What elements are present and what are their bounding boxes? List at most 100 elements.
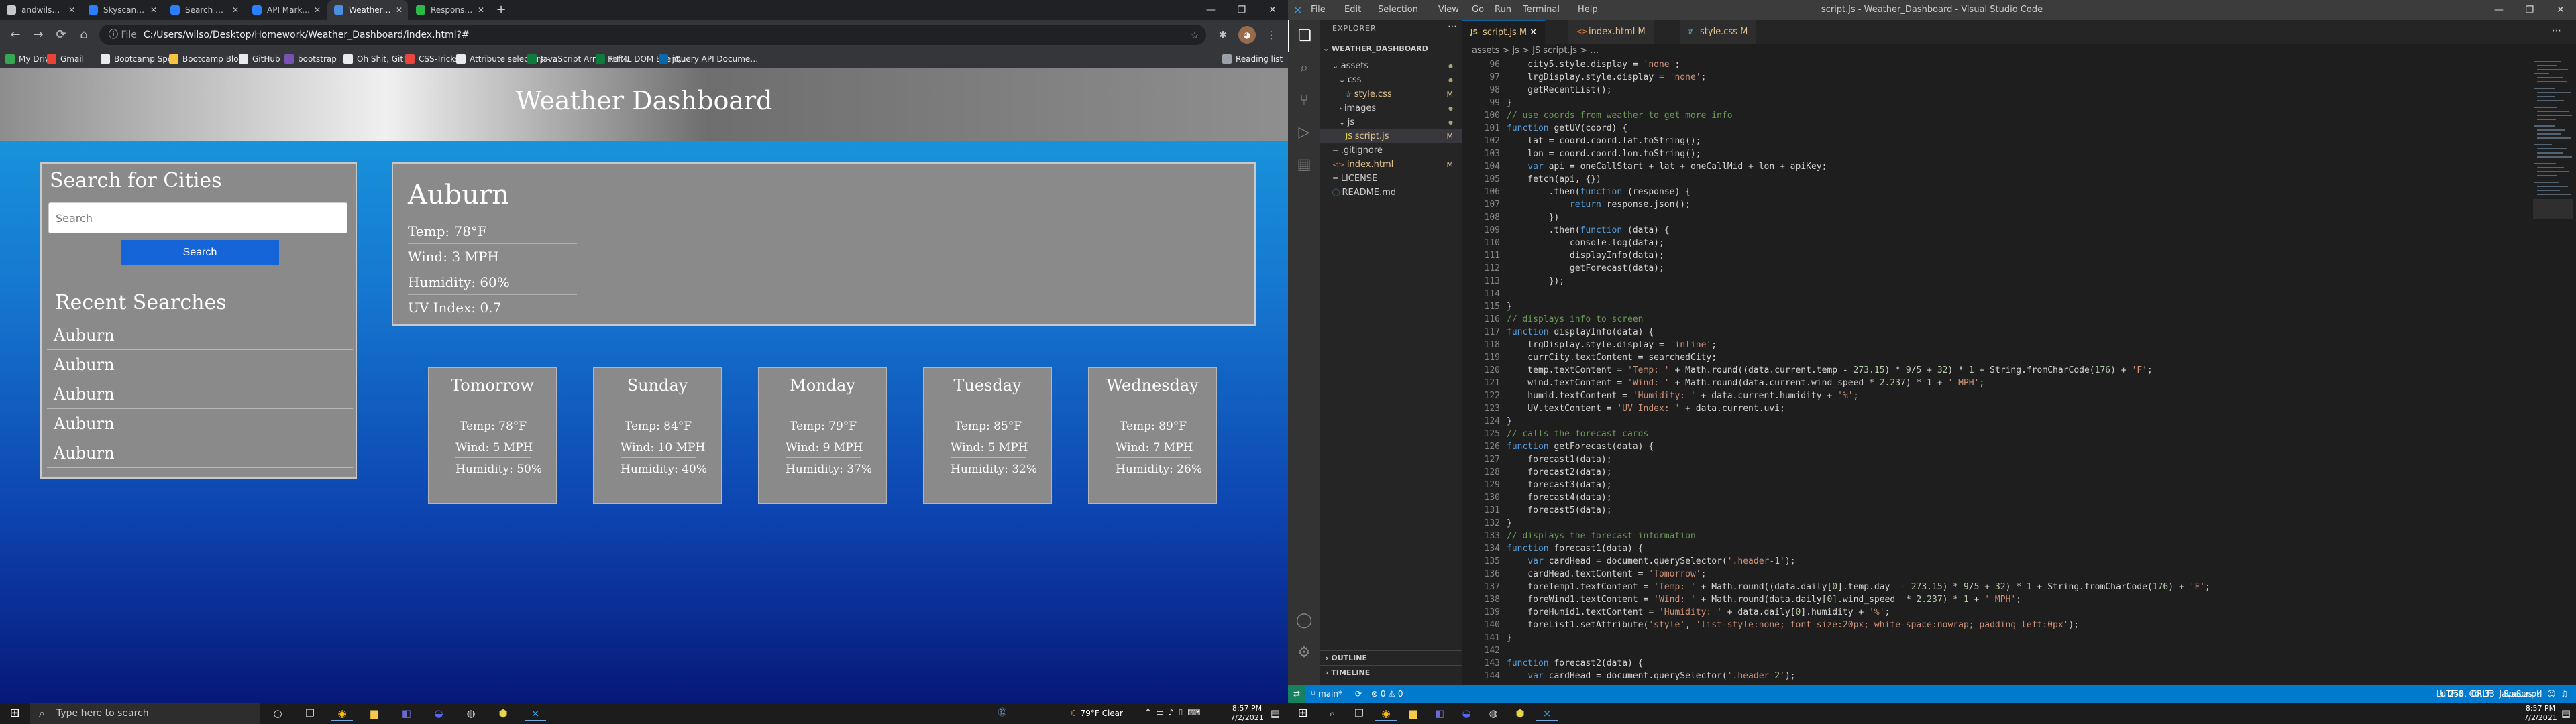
code-line[interactable]: foreList1.setAttribute('style', 'list-st… — [1507, 619, 2079, 631]
tree-item[interactable]: ⌄ css ● — [1320, 73, 1462, 87]
tree-item[interactable]: ⌄ js ● — [1320, 115, 1462, 129]
code-line[interactable]: lrgDisplay.style.display = 'none'; — [1507, 71, 1706, 84]
back-button[interactable]: ← — [5, 25, 25, 45]
tree-item[interactable]: ≡ .gitignore — [1320, 143, 1462, 158]
tree-item[interactable]: ≡ LICENSE — [1320, 172, 1462, 186]
reload-button[interactable]: ⟳ — [51, 25, 71, 45]
breadcrumb[interactable]: assets > js > JS script.js > … — [1472, 44, 1599, 58]
editor-tab[interactable]: # style.css M — [1680, 20, 1756, 44]
vscode-taskbar-icon[interactable]: ⨯ — [1536, 705, 1558, 721]
task-view-icon[interactable]: ❐ — [299, 705, 321, 721]
browser-tab[interactable]: Skyscanner Flight Search API Pr…✕ — [82, 0, 162, 20]
tab-close-icon[interactable]: ✕ — [68, 0, 75, 20]
vscode-close-button[interactable]: ✕ — [2545, 0, 2576, 20]
source-control-icon[interactable]: ⑂ — [1288, 84, 1320, 117]
search-icon[interactable]: ⌕ — [1322, 705, 1343, 721]
outline-section[interactable]: › OUTLINE — [1320, 650, 1462, 665]
code-line[interactable]: // use coords from weather to get more i… — [1507, 109, 1733, 122]
encoding[interactable]: UTF-8 — [2440, 689, 2463, 699]
github-desktop-icon[interactable]: ◍ — [460, 705, 482, 721]
city-search-input[interactable] — [48, 202, 347, 233]
menu-item[interactable]: Help — [1578, 0, 1598, 20]
account-icon[interactable]: ◯ — [1288, 605, 1320, 637]
windows-start-icon[interactable]: ⊞ — [0, 703, 30, 724]
reading-list-button[interactable]: Reading list — [1222, 52, 1283, 66]
browser-tab[interactable]: Search Prices – API Reference✕ — [164, 0, 244, 20]
browser-menu-icon[interactable]: ⋮ — [1263, 26, 1280, 44]
search-icon[interactable]: ⌕ — [1288, 52, 1320, 84]
code-line[interactable]: // displays the forecast information — [1507, 530, 1696, 542]
tab-close-icon[interactable]: ✕ — [1527, 27, 1537, 38]
menu-item[interactable]: Go — [1472, 0, 1484, 20]
code-line[interactable]: }); — [1507, 275, 1564, 288]
code-line[interactable]: foreHumid1.textContent = 'Humidity: ' + … — [1507, 606, 1890, 619]
info-icon[interactable]: ⓘ — [109, 29, 121, 40]
browser-tab[interactable]: API Marketplace - Free Public &…✕ — [246, 0, 326, 20]
tree-item[interactable]: ⌄ assets ● — [1320, 59, 1462, 73]
user-badge-icon[interactable]: ㉜ — [991, 705, 1013, 721]
code-line[interactable]: displayInfo(data); — [1507, 249, 1664, 262]
code-line[interactable]: } — [1507, 631, 1512, 644]
tab-close-icon[interactable]: ✕ — [396, 0, 402, 20]
tab-close-icon[interactable]: ✕ — [232, 0, 239, 20]
code-line[interactable]: lat = coord.coord.lat.toString(); — [1507, 135, 1701, 147]
code-line[interactable]: foreTemp1.textContent = 'Temp: ' + Math.… — [1507, 581, 2210, 593]
code-line[interactable]: forecast3(data); — [1507, 479, 1611, 491]
address-url[interactable]: C:/Users/wilso/Desktop/Homework/Weather_… — [144, 29, 470, 40]
browser-tab[interactable]: andwilson38/Project_One✕ — [0, 0, 80, 20]
feedback-icon[interactable]: ☺ — [2547, 689, 2556, 699]
vscode-minimize-button[interactable]: — — [2483, 0, 2514, 20]
tree-item[interactable]: › images ● — [1320, 101, 1462, 115]
code-line[interactable]: console.log(data); — [1507, 237, 1664, 249]
code-line[interactable]: lon = coord.coord.lon.toString(); — [1507, 147, 1701, 160]
bookmark-item[interactable]: jQuery API Docume… — [659, 52, 758, 66]
code-line[interactable]: forecast1(data); — [1507, 453, 1611, 466]
code-line[interactable]: } — [1507, 415, 1512, 428]
code-line[interactable]: fetch(api, {}) — [1507, 173, 1601, 186]
problems-indicator[interactable]: ⊗ 0 ⚠ 0 — [1371, 685, 1403, 703]
menu-item[interactable]: View — [1438, 0, 1459, 20]
bookmark-item[interactable]: Bootcamp Blog — [169, 52, 244, 66]
settings-gear-icon[interactable]: ⚙ — [1288, 637, 1320, 669]
code-line[interactable]: cardHead.textContent = 'Tomorrow'; — [1507, 568, 1706, 581]
notifications-icon[interactable]: ▤ — [1265, 705, 1285, 721]
code-line[interactable]: function getForecast(data) { — [1507, 440, 1654, 453]
minimap[interactable] — [2533, 58, 2573, 685]
recent-search-item[interactable]: Auburn — [47, 320, 353, 350]
code-line[interactable]: forecast2(data); — [1507, 466, 1611, 479]
discord-icon[interactable]: ◒ — [428, 705, 449, 721]
browser-tab[interactable]: Weather Dashboard✕ — [327, 0, 408, 20]
code-line[interactable]: forecast4(data); — [1507, 491, 1611, 504]
file-explorer-icon[interactable]: ▆ — [364, 705, 385, 721]
new-tab-button[interactable]: + — [491, 0, 511, 20]
maximize-button[interactable]: ❐ — [1226, 0, 1257, 20]
code-line[interactable]: UV.textContent = 'UV Index: ' + data.cur… — [1507, 402, 1785, 415]
close-window-button[interactable]: ✕ — [1257, 0, 1288, 20]
teams-icon[interactable]: ◧ — [396, 705, 417, 721]
code-line[interactable]: foreWind1.textContent = 'Wind: ' + Math.… — [1507, 593, 2021, 606]
code-line[interactable]: wind.textContent = 'Wind: ' + Math.round… — [1507, 377, 1984, 389]
code-line[interactable]: return response.json(); — [1507, 198, 1690, 211]
branch-indicator[interactable]: ⑂ main* — [1311, 685, 1342, 703]
code-line[interactable]: forecast5(data); — [1507, 504, 1611, 517]
code-line[interactable]: lrgDisplay.style.display = 'inline'; — [1507, 339, 1717, 351]
code-line[interactable]: humid.textContent = 'Humidity: ' + data.… — [1507, 389, 1858, 402]
taskbar-search-box[interactable]: ⌕ Type here to search — [30, 703, 260, 724]
code-line[interactable]: .then(function (response) { — [1507, 186, 1690, 198]
code-line[interactable]: var cardHead = document.querySelector('.… — [1507, 670, 1795, 682]
code-line[interactable]: getForecast(data); — [1507, 262, 1664, 275]
code-line[interactable]: } — [1507, 517, 1512, 530]
code-line[interactable]: } — [1507, 97, 1512, 109]
timeline-section[interactable]: › TIMELINE — [1320, 665, 1462, 680]
language-mode[interactable]: JavaScript — [2499, 689, 2539, 699]
bell-icon[interactable]: ♫ — [2561, 689, 2568, 699]
explorer-icon[interactable]: ❏ — [1288, 20, 1320, 52]
code-line[interactable]: function displayInfo(data) { — [1507, 326, 1654, 339]
editor-tab[interactable]: <> index.html M — [1568, 20, 1654, 44]
code-line[interactable]: var cardHead = document.querySelector('.… — [1507, 555, 1795, 568]
code-line[interactable]: } — [1507, 300, 1512, 313]
vscode-maximize-button[interactable]: ❐ — [2514, 0, 2545, 20]
node-icon[interactable]: ⬢ — [492, 705, 514, 721]
code-line[interactable]: var api = oneCallStart + lat + oneCallMi… — [1507, 160, 1827, 173]
profile-avatar[interactable]: ◕ — [1238, 26, 1256, 44]
